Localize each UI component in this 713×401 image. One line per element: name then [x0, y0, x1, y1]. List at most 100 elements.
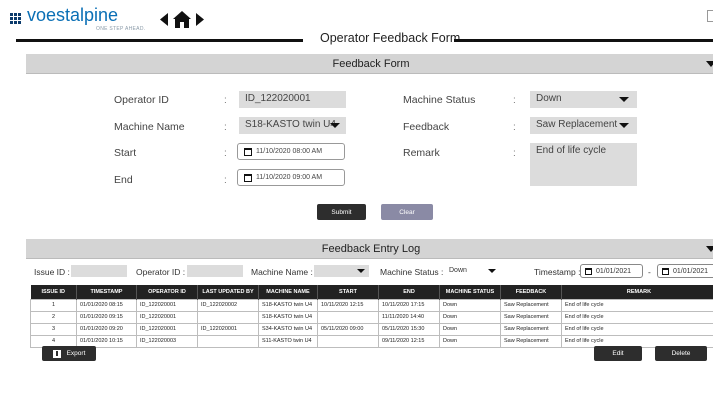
- column-header[interactable]: TIMESTAMP: [76, 285, 137, 299]
- feedback-form-panel-header[interactable]: Feedback Form: [26, 54, 713, 74]
- column-header[interactable]: MACHINE NAME: [258, 285, 318, 299]
- colon: :: [224, 175, 227, 186]
- table-cell: 11/11/2020 14:40: [378, 310, 440, 324]
- table-cell: ID_122020001: [136, 310, 198, 324]
- column-header[interactable]: ISSUE ID: [30, 285, 77, 299]
- export-icon: [52, 349, 61, 358]
- column-header[interactable]: LAST UPDATED BY: [197, 285, 259, 299]
- table-cell: ID_122020001: [197, 322, 259, 336]
- filter-operator-id-input[interactable]: [187, 265, 243, 277]
- filter-issue-id-label: Issue ID :: [34, 267, 70, 277]
- submit-button[interactable]: Submit: [317, 204, 366, 220]
- table-cell: End of life cycle: [561, 310, 713, 324]
- table-cell: Down: [439, 322, 501, 336]
- table-cell: 2: [30, 310, 77, 324]
- feedback-value: Saw Replacement: [536, 119, 618, 130]
- table-cell: S11-KASTO twin U4: [258, 334, 318, 348]
- operator-id-field[interactable]: ID_122020001: [239, 91, 346, 108]
- edit-button[interactable]: Edit: [594, 346, 642, 361]
- remark-label: Remark: [403, 147, 440, 159]
- column-header[interactable]: REMARK: [561, 285, 713, 299]
- calendar-icon: [585, 267, 592, 275]
- feedback-form-title: Feedback Form: [332, 58, 410, 70]
- apps-grid-icon[interactable]: [10, 13, 21, 24]
- filter-operator-id-label: Operator ID :: [136, 267, 186, 277]
- column-header[interactable]: FEEDBACK: [500, 285, 562, 299]
- export-button[interactable]: Export: [42, 346, 96, 361]
- filter-machine-name-dropdown[interactable]: [314, 265, 369, 277]
- column-header[interactable]: START: [317, 285, 379, 299]
- clear-button[interactable]: Clear: [381, 204, 433, 220]
- table-cell: Saw Replacement: [500, 334, 562, 348]
- table-cell: Down: [439, 310, 501, 324]
- machine-name-dropdown[interactable]: S18-KASTO twin U4: [239, 117, 346, 134]
- filter-machine-status-dropdown[interactable]: Down: [445, 265, 500, 277]
- table-row[interactable]: 3 01/01/2020 09:20 ID_122020001 ID_12202…: [30, 322, 713, 336]
- table-cell: [197, 310, 259, 324]
- forward-arrow-icon[interactable]: [192, 10, 208, 28]
- column-header[interactable]: MACHINE STATUS: [439, 285, 501, 299]
- machine-status-dropdown[interactable]: Down: [530, 91, 637, 108]
- calendar-icon: [244, 147, 252, 156]
- remark-textarea[interactable]: End of life cycle: [530, 143, 637, 186]
- feedback-log-title: Feedback Entry Log: [321, 243, 421, 255]
- table-cell: Down: [439, 334, 501, 348]
- machine-name-label: Machine Name: [114, 121, 185, 133]
- feedback-log-table: ISSUE ID TIMESTAMP OPERATOR ID LAST UPDA…: [30, 285, 713, 348]
- delete-button[interactable]: Delete: [655, 346, 707, 361]
- feedback-log-panel-header[interactable]: Feedback Entry Log: [26, 239, 713, 259]
- end-label: End: [114, 174, 133, 186]
- table-cell: ID_122020001: [136, 298, 198, 312]
- end-datetime-picker[interactable]: 11/10/2020 09:00 AM: [237, 169, 345, 186]
- table-cell: S18-KASTO twin U4: [258, 310, 318, 324]
- colon: :: [224, 122, 227, 133]
- colon: :: [224, 148, 227, 159]
- start-label: Start: [114, 147, 137, 159]
- collapse-caret-icon[interactable]: [706, 244, 713, 254]
- table-cell: 05/11/2020 15:30: [378, 322, 440, 336]
- table-cell: 01/01/2020 09:20: [76, 322, 137, 336]
- machine-name-value: S18-KASTO twin U4: [245, 119, 336, 130]
- table-row[interactable]: 1 01/01/2020 08:15 ID_122020001 ID_12202…: [30, 298, 713, 312]
- filter-date-to-picker[interactable]: 01/01/2021: [657, 264, 713, 278]
- table-cell: 05/11/2020 09:00: [317, 322, 379, 336]
- table-cell: 10/11/2020 12:15: [317, 298, 379, 312]
- dropdown-arrow-icon: [619, 97, 629, 102]
- table-cell: S34-KASTO twin U4: [258, 322, 318, 336]
- feedback-dropdown[interactable]: Saw Replacement: [530, 117, 637, 134]
- table-cell: ID_122020003: [136, 334, 198, 348]
- dropdown-arrow-icon: [357, 269, 365, 273]
- start-datetime-value: 11/10/2020 08:00 AM: [256, 148, 323, 155]
- table-cell: [317, 334, 379, 348]
- table-cell: ID_122020002: [197, 298, 259, 312]
- end-datetime-value: 11/10/2020 09:00 AM: [256, 174, 323, 181]
- home-icon[interactable]: [172, 10, 192, 28]
- window-corner-icon: [707, 10, 713, 22]
- export-label: Export: [66, 350, 86, 357]
- table-row[interactable]: 2 01/01/2020 09:15 ID_122020001 S18-KAST…: [30, 310, 713, 324]
- filter-machine-status-value: Down: [449, 267, 467, 274]
- column-header[interactable]: END: [378, 285, 440, 299]
- table-cell: 10/11/2020 17:15: [378, 298, 440, 312]
- calendar-icon: [662, 267, 669, 275]
- brand-logo: voestalpine: [27, 5, 119, 25]
- filter-machine-name-label: Machine Name :: [251, 267, 313, 277]
- dropdown-arrow-icon: [619, 123, 629, 128]
- filter-date-from-picker[interactable]: 01/01/2021: [580, 264, 643, 278]
- table-cell: 1: [30, 298, 77, 312]
- start-datetime-picker[interactable]: 11/10/2020 08:00 AM: [237, 143, 345, 160]
- date-range-separator: -: [648, 267, 651, 277]
- table-cell: 3: [30, 322, 77, 336]
- column-header[interactable]: OPERATOR ID: [136, 285, 198, 299]
- filter-machine-status-label: Machine Status :: [380, 267, 444, 277]
- table-cell: 01/01/2020 08:15: [76, 298, 137, 312]
- nav-controls: [156, 10, 208, 28]
- filter-issue-id-input[interactable]: [71, 265, 127, 277]
- back-arrow-icon[interactable]: [156, 10, 172, 28]
- collapse-caret-icon[interactable]: [706, 59, 713, 69]
- feedback-label: Feedback: [403, 121, 450, 133]
- machine-status-value: Down: [536, 93, 562, 104]
- table-cell: [317, 310, 379, 324]
- filter-timestamp-label: Timestamp :: [534, 267, 581, 277]
- dropdown-arrow-icon: [488, 269, 496, 273]
